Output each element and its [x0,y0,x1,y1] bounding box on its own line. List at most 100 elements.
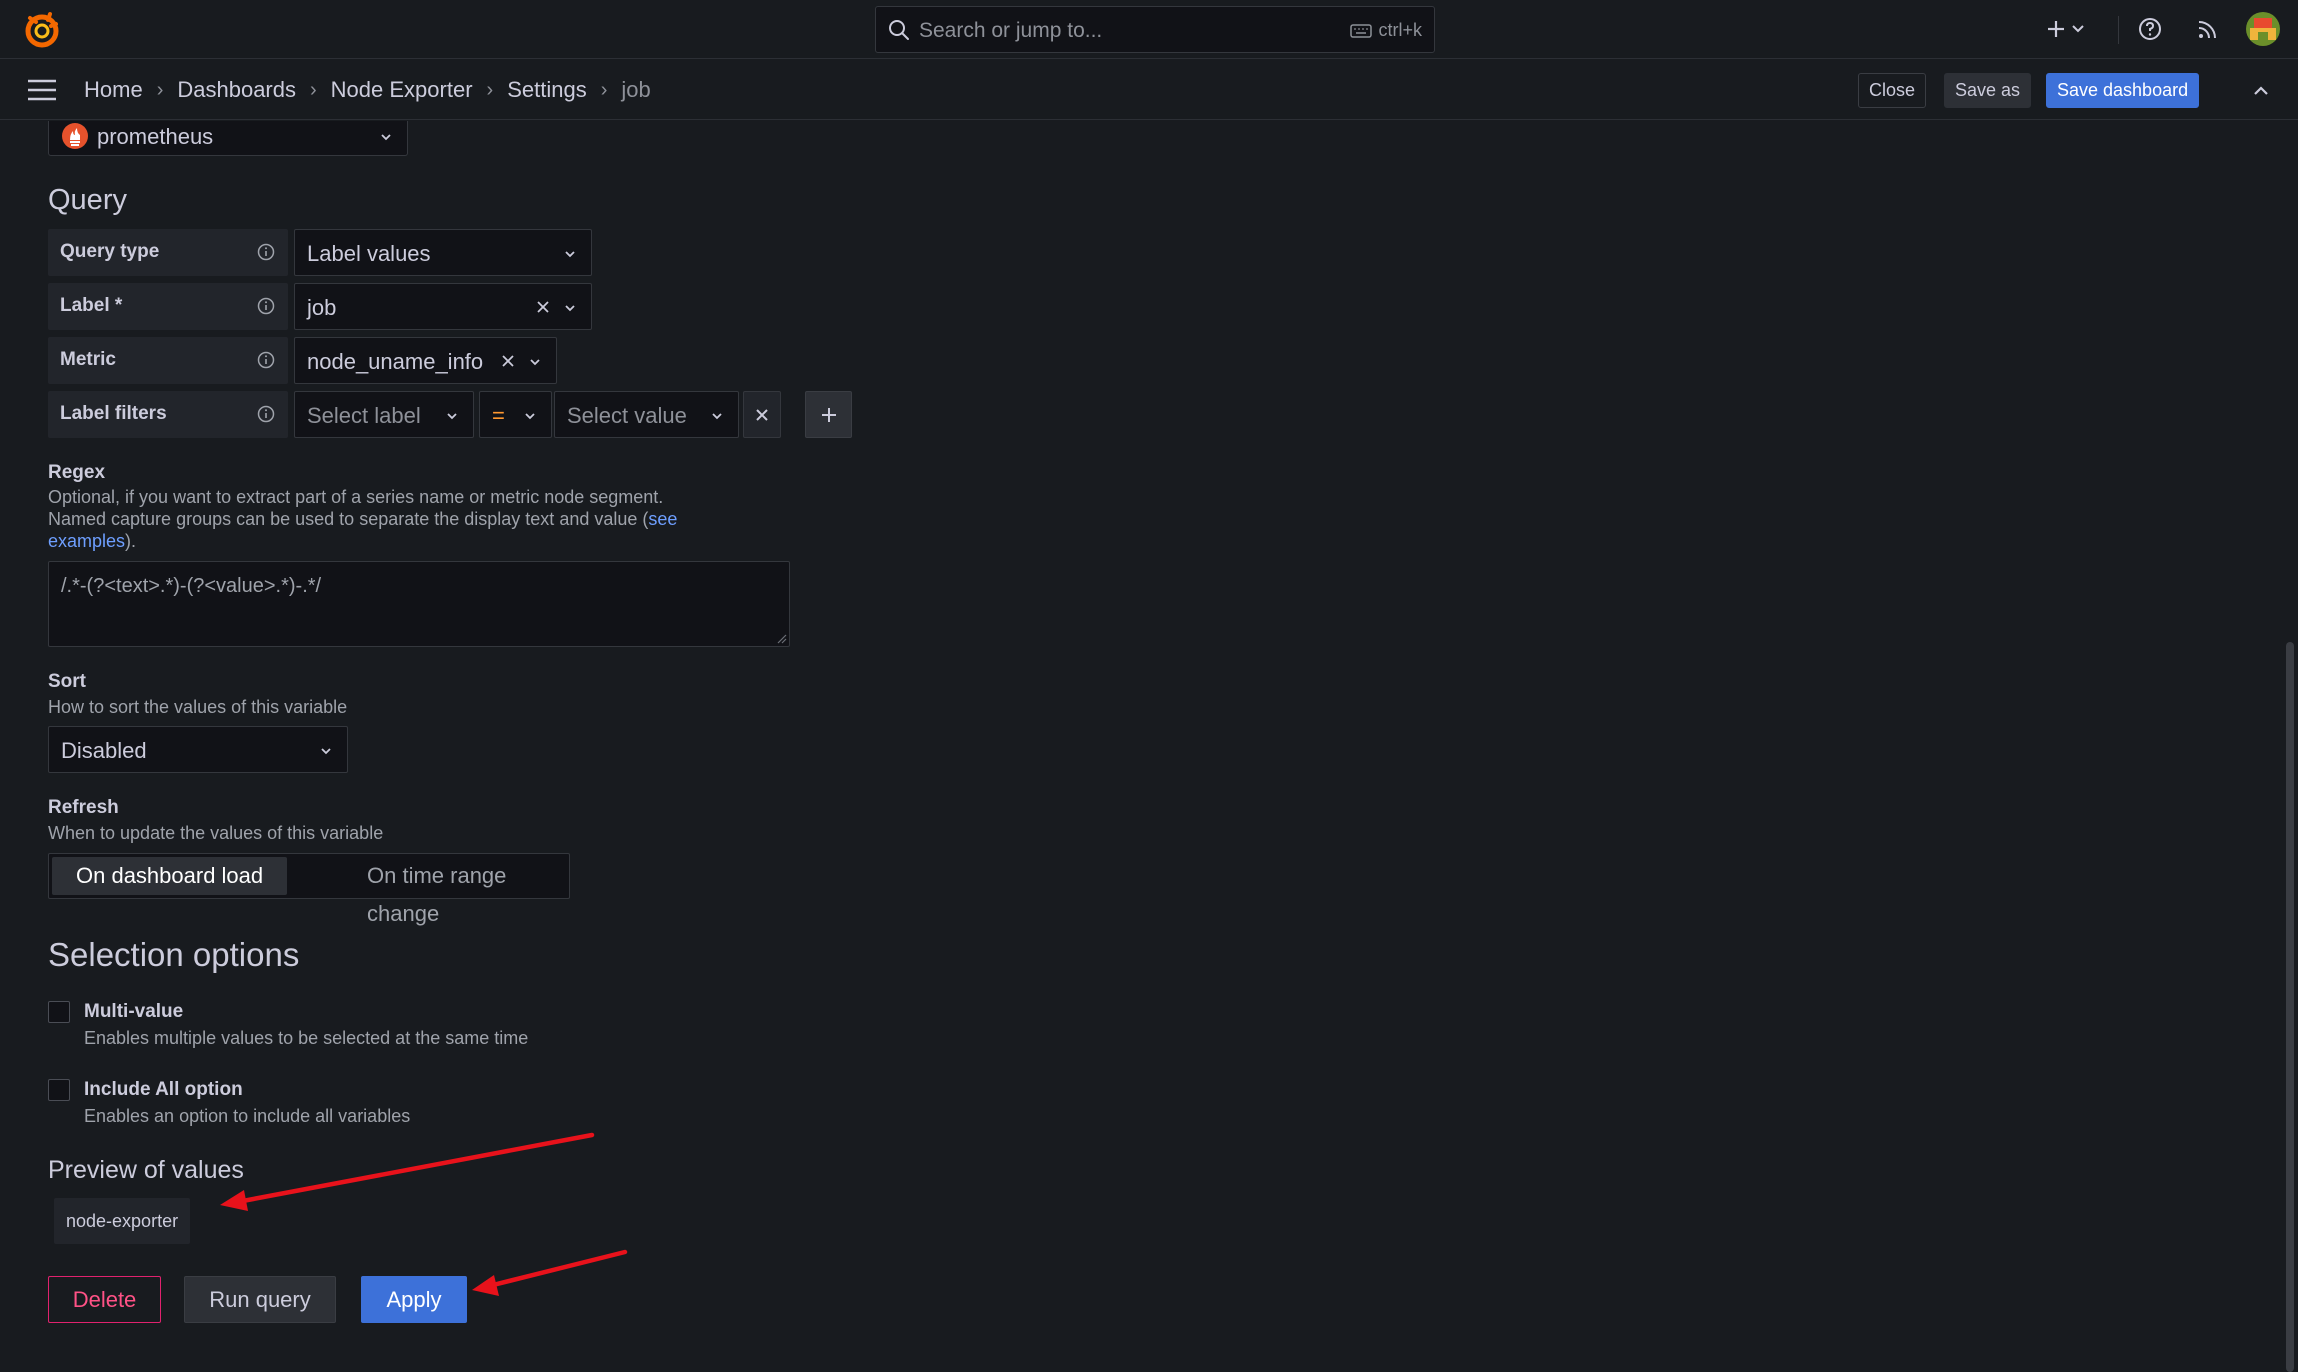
info-icon[interactable] [256,350,276,370]
save-dashboard-button[interactable]: Save dashboard [2046,73,2200,108]
breadcrumb-home[interactable]: Home [84,77,143,103]
clear-icon[interactable] [535,299,551,315]
preview-title: Preview of values [48,1156,244,1184]
regex-input[interactable]: /.*-(?<text>.*)-(?<value>.*)-.*/ [48,561,790,647]
info-icon[interactable] [256,296,276,316]
multi-value-label: Multi-value [84,1001,184,1022]
chevron-right-icon: › [486,78,494,101]
clear-icon[interactable] [500,353,516,369]
search-bar[interactable]: Search or jump to... ctrl+k [875,6,1435,53]
metric-select[interactable]: node_uname_info [294,337,557,384]
breadcrumb-dashboards[interactable]: Dashboards [177,77,296,103]
chevron-down-icon [321,748,331,755]
regex-desc-line3: examples). [48,530,808,552]
menu-icon[interactable] [26,77,58,103]
query-type-label: Query type [48,229,288,276]
resize-handle-icon[interactable] [775,632,787,644]
refresh-on-dashboard-load[interactable]: On dashboard load [52,857,288,895]
multi-value-description: Enables multiple values to be selected a… [84,1028,529,1048]
search-icon [889,20,909,40]
label-select[interactable]: job [294,283,592,330]
refresh-on-time-range-change[interactable]: On time range change [343,857,569,926]
add-new-icon[interactable] [2046,15,2092,43]
regex-desc-line2-text: Named capture groups can be used to sepa… [48,509,649,529]
regex-value: /.*-(?<text>.*)-(?<value>.*)-.*/ [61,575,322,597]
chevron-down-icon [565,305,575,312]
close-button[interactable]: Close [1858,73,1927,108]
chevron-down-icon [565,251,575,258]
run-query-button[interactable]: Run query [184,1276,336,1323]
save-as-button[interactable]: Save as [1944,73,2032,108]
metric-label-text: Metric [60,349,116,370]
label-label-text: Label * [60,295,123,316]
breadcrumb-node-exporter[interactable]: Node Exporter [331,77,473,103]
metric-value: node_uname_info [307,349,484,374]
regex-description: Optional, if you want to extract part of… [48,486,808,552]
plus-icon [822,408,836,422]
include-all-label: Include All option [84,1079,243,1100]
keyboard-icon [1350,23,1373,38]
query-section-title: Query [48,184,127,216]
label-value: job [307,295,337,320]
see-examples-link-2[interactable]: examples [48,531,125,551]
search-shortcut: ctrl+k [1350,20,1422,41]
chevron-down-icon [530,359,540,366]
breadcrumb-current: job [621,77,651,102]
breadcrumb-bar: Home › Dashboards › Node Exporter › Sett… [0,60,2298,120]
breadcrumb: Home › Dashboards › Node Exporter › Sett… [84,77,651,103]
filter-label-select[interactable]: Select label [294,391,474,438]
chevron-up-icon[interactable] [2250,80,2272,102]
apply-button[interactable]: Apply [361,1276,467,1323]
breadcrumb-settings[interactable]: Settings [507,77,587,103]
close-icon [756,409,768,421]
toolbar-separator [2118,16,2119,44]
filter-operator-select[interactable]: = [479,391,552,438]
help-icon[interactable] [2136,15,2164,43]
regex-desc-line1: Optional, if you want to extract part of… [48,487,664,507]
variable-editor: prometheus Query Query type Label values… [0,121,2298,1372]
sort-select[interactable]: Disabled [48,726,348,773]
delete-button[interactable]: Delete [48,1276,161,1323]
query-type-select[interactable]: Label values [294,229,592,276]
filter-value-placeholder: Select value [567,403,687,428]
label-filters-label: Label filters [48,391,288,438]
info-icon[interactable] [256,242,276,262]
user-avatar[interactable] [2246,12,2280,46]
metric-label: Metric [48,337,288,384]
selection-options-title: Selection options [48,936,300,973]
refresh-radio-group: On dashboard load On time range change [48,853,570,926]
chevron-right-icon: › [156,78,164,101]
query-type-value: Label values [307,241,431,266]
multi-value-checkbox[interactable] [48,1001,70,1023]
see-examples-link[interactable]: see [648,509,677,529]
add-filter-button[interactable] [805,391,852,438]
chevron-right-icon: › [310,78,317,101]
datasource-picker[interactable]: prometheus [48,121,408,156]
chevron-down-icon [525,413,535,420]
query-type-label-text: Query type [60,241,160,262]
chevron-right-icon: › [600,78,608,101]
chevron-down-icon [447,413,457,420]
regex-desc-line2: Named capture groups can be used to sepa… [48,508,808,530]
refresh-description: When to update the values of this variab… [48,823,384,843]
scrollbar[interactable] [2286,642,2294,1372]
include-all-checkbox[interactable] [48,1079,70,1101]
info-icon[interactable] [256,404,276,424]
chevron-down-icon [712,413,722,420]
regex-title: Regex [48,462,106,483]
news-feed-icon[interactable] [2194,15,2222,43]
label-label: Label * [48,283,288,330]
filter-value-select[interactable]: Select value [554,391,739,438]
filter-operator-value: = [492,403,505,428]
label-filters-label-text: Label filters [60,403,167,424]
filter-label-placeholder: Select label [307,403,421,428]
sort-title: Sort [48,671,86,692]
search-shortcut-text: ctrl+k [1378,20,1422,40]
remove-filter-button[interactable] [743,391,781,438]
grafana-logo-icon[interactable] [22,10,62,50]
search-placeholder: Search or jump to... [919,19,1103,42]
sort-value: Disabled [61,738,147,763]
datasource-name: prometheus [97,124,214,149]
top-bar: Search or jump to... ctrl+k [0,0,2298,59]
refresh-title: Refresh [48,797,119,818]
